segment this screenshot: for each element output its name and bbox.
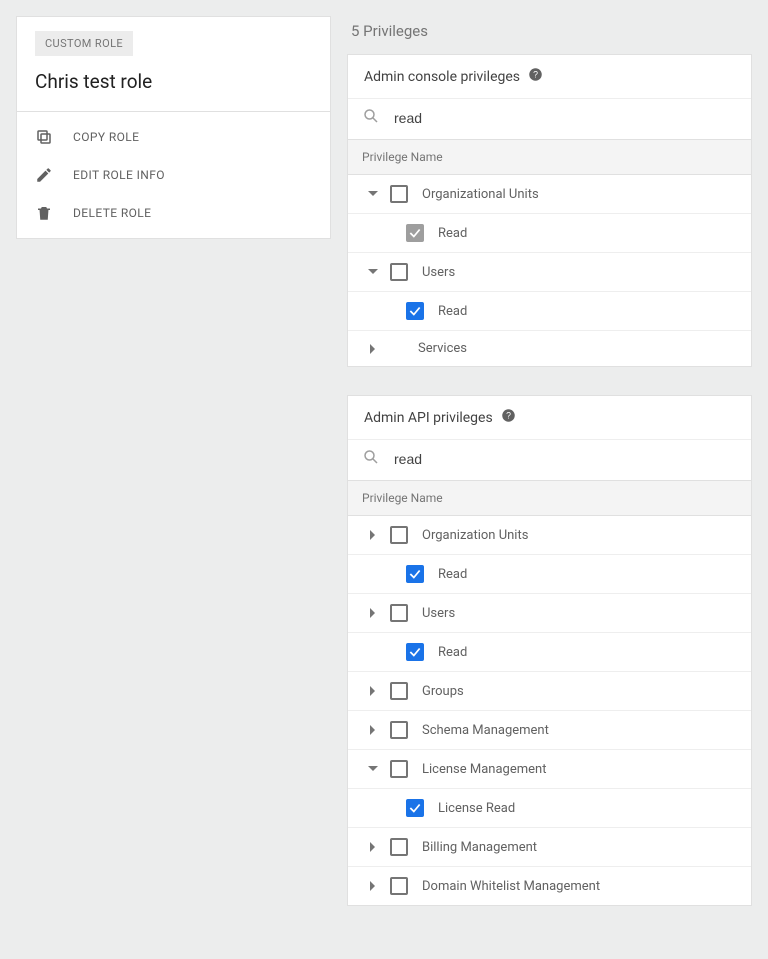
api-privileges-title: Admin API privileges (364, 410, 493, 426)
checkbox-api-schema[interactable] (390, 721, 408, 739)
api-privilege-column-header: Privilege Name (348, 480, 751, 516)
priv-label: Read (438, 226, 737, 241)
checkbox-users[interactable] (390, 263, 408, 281)
edit-role-label: EDIT ROLE INFO (73, 168, 165, 182)
role-sidebar: CUSTOM ROLE Chris test role COPY ROLE ED… (16, 16, 331, 239)
checkbox-api-users-read[interactable] (406, 643, 424, 661)
checkbox-api-billing[interactable] (390, 838, 408, 856)
api-search-row (348, 439, 751, 480)
help-icon[interactable]: ? (520, 67, 543, 86)
chevron-right-icon[interactable] (362, 608, 384, 618)
api-privileges-panel: Admin API privileges ? Privilege Name Or… (347, 395, 752, 906)
delete-role-button[interactable]: DELETE ROLE (17, 194, 330, 232)
checkbox-api-license[interactable] (390, 760, 408, 778)
role-type-badge: CUSTOM ROLE (35, 31, 133, 56)
chevron-down-icon[interactable] (362, 267, 384, 277)
checkbox-org-units-read[interactable] (406, 224, 424, 242)
privileges-count-header: 5 Privileges (347, 16, 752, 54)
checkbox-api-license-read[interactable] (406, 799, 424, 817)
checkbox-org-units[interactable] (390, 185, 408, 203)
priv-org-units[interactable]: Organizational Units (348, 175, 751, 214)
priv-api-users[interactable]: Users (348, 594, 751, 633)
svg-text:?: ? (506, 411, 511, 421)
priv-api-org-units[interactable]: Organization Units (348, 516, 751, 555)
role-sidebar-header: CUSTOM ROLE Chris test role (17, 17, 330, 112)
chevron-down-icon[interactable] (362, 764, 384, 774)
priv-label: Read (438, 645, 737, 660)
priv-services[interactable]: Services (348, 331, 751, 366)
api-privileges-title-row: Admin API privileges ? (348, 396, 751, 439)
console-privileges-title: Admin console privileges (364, 69, 520, 85)
pencil-icon (35, 166, 53, 184)
priv-users-read[interactable]: Read (348, 292, 751, 331)
priv-org-units-read[interactable]: Read (348, 214, 751, 253)
priv-api-billing[interactable]: Billing Management (348, 828, 751, 867)
chevron-right-icon[interactable] (362, 842, 384, 852)
checkbox-users-read[interactable] (406, 302, 424, 320)
checkbox-api-domain-whitelist[interactable] (390, 877, 408, 895)
console-search-input[interactable] (392, 109, 737, 127)
priv-label: Domain Whitelist Management (422, 879, 737, 894)
checkbox-api-org-units-read[interactable] (406, 565, 424, 583)
console-privileges-title-row: Admin console privileges ? (348, 55, 751, 98)
search-icon (362, 107, 392, 129)
priv-api-license[interactable]: License Management (348, 750, 751, 789)
console-search-row (348, 98, 751, 139)
priv-users[interactable]: Users (348, 253, 751, 292)
chevron-right-icon[interactable] (362, 344, 384, 354)
priv-label: Read (438, 567, 737, 582)
priv-api-domain-whitelist[interactable]: Domain Whitelist Management (348, 867, 751, 905)
chevron-right-icon[interactable] (362, 530, 384, 540)
chevron-right-icon[interactable] (362, 881, 384, 891)
priv-label: Organizational Units (422, 187, 737, 202)
search-icon (362, 448, 392, 470)
priv-api-groups[interactable]: Groups (348, 672, 751, 711)
priv-label: License Management (422, 762, 737, 777)
console-privileges-panel: Admin console privileges ? Privilege Nam… (347, 54, 752, 367)
checkbox-api-org-units[interactable] (390, 526, 408, 544)
priv-label: Billing Management (422, 840, 737, 855)
priv-api-org-units-read[interactable]: Read (348, 555, 751, 594)
api-search-input[interactable] (392, 450, 737, 468)
priv-label: Schema Management (422, 723, 737, 738)
priv-api-users-read[interactable]: Read (348, 633, 751, 672)
chevron-right-icon[interactable] (362, 725, 384, 735)
priv-label: Organization Units (422, 528, 737, 543)
priv-label: Users (422, 265, 737, 280)
priv-label: Read (438, 304, 737, 319)
copy-icon (35, 128, 53, 146)
delete-role-label: DELETE ROLE (73, 206, 151, 220)
help-icon[interactable]: ? (493, 408, 516, 427)
priv-label: Users (422, 606, 737, 621)
checkbox-api-users[interactable] (390, 604, 408, 622)
priv-label: Services (418, 341, 737, 356)
priv-label: License Read (438, 801, 737, 816)
priv-api-license-read[interactable]: License Read (348, 789, 751, 828)
checkbox-api-groups[interactable] (390, 682, 408, 700)
role-actions: COPY ROLE EDIT ROLE INFO DELETE ROLE (17, 112, 330, 238)
role-title: Chris test role (35, 70, 312, 93)
console-privilege-column-header: Privilege Name (348, 139, 751, 175)
copy-role-button[interactable]: COPY ROLE (17, 118, 330, 156)
privileges-main: 5 Privileges Admin console privileges ? … (347, 16, 752, 934)
svg-text:?: ? (533, 70, 538, 80)
chevron-right-icon[interactable] (362, 686, 384, 696)
priv-label: Groups (422, 684, 737, 699)
edit-role-button[interactable]: EDIT ROLE INFO (17, 156, 330, 194)
copy-role-label: COPY ROLE (73, 130, 139, 144)
trash-icon (35, 204, 53, 222)
priv-api-schema[interactable]: Schema Management (348, 711, 751, 750)
chevron-down-icon[interactable] (362, 189, 384, 199)
